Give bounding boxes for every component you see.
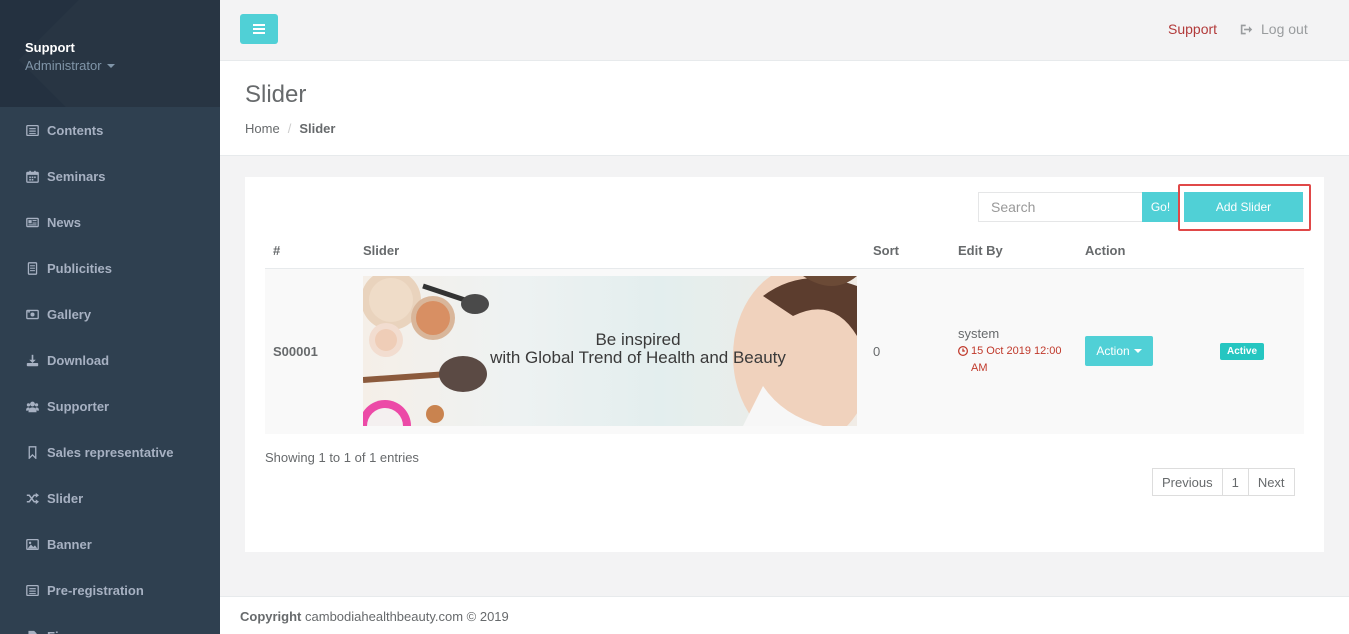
row-edit-date-wrap: 15 Oct 2019 12:00 AM xyxy=(958,343,1069,377)
hamburger-icon xyxy=(253,28,265,30)
book-icon xyxy=(25,261,39,275)
column-header-action[interactable]: Action xyxy=(1077,234,1212,269)
row-action-cell: Action xyxy=(1077,268,1212,434)
random-icon xyxy=(25,491,39,505)
image-icon xyxy=(25,307,39,321)
bookmark-icon xyxy=(25,445,39,459)
search-input[interactable] xyxy=(978,192,1143,222)
caret-down-icon xyxy=(1133,349,1142,354)
picture-icon xyxy=(25,537,39,551)
sidebar-item-seminars[interactable]: Seminars xyxy=(0,153,220,199)
slider-image[interactable]: Be inspired with Global Trend of Health … xyxy=(363,276,857,427)
table-info: Showing 1 to 1 of 1 entries xyxy=(265,450,419,465)
download-icon xyxy=(25,353,39,367)
newspaper-icon xyxy=(25,215,39,229)
pagination-previous[interactable]: Previous xyxy=(1152,468,1223,496)
sidebar-item-gallery[interactable]: Gallery xyxy=(0,291,220,337)
column-header-edit-by[interactable]: Edit By xyxy=(950,234,1077,269)
sidebar-item-files[interactable]: Fi xyxy=(0,613,220,634)
add-slider-button[interactable]: Add Slider xyxy=(1184,192,1303,222)
column-header-id[interactable]: # xyxy=(265,234,355,269)
status-badge: Active xyxy=(1220,343,1265,361)
sidebar-item-label: Banner xyxy=(47,536,92,552)
footer-copyright-text: cambodiahealthbeauty.com © 2019 xyxy=(305,609,509,624)
breadcrumb: Home / Slider xyxy=(245,121,1324,136)
row-status-cell: Active xyxy=(1212,268,1304,434)
breadcrumb-home[interactable]: Home xyxy=(245,121,280,136)
page-heading: Slider Home / Slider xyxy=(220,61,1349,156)
sidebar-item-supporter[interactable]: Supporter xyxy=(0,383,220,429)
sidebar: Support Administrator Contents Seminars … xyxy=(0,0,220,634)
logout-link[interactable]: Log out xyxy=(1240,21,1308,37)
sidebar-item-contents[interactable]: Contents xyxy=(0,107,220,153)
profile-name: Support xyxy=(25,40,75,55)
profile-block: Support Administrator xyxy=(0,0,220,107)
row-edit-by-cell: system 15 Oct 2019 12:00 AM xyxy=(950,268,1077,434)
sidebar-item-label: Supporter xyxy=(47,398,110,414)
pagination-page-1[interactable]: 1 xyxy=(1221,468,1249,496)
sidebar-item-label: Download xyxy=(47,352,110,368)
sidebar-item-label: Sales representative xyxy=(47,444,174,460)
action-dropdown-button[interactable]: Action xyxy=(1085,336,1153,367)
sidebar-item-label: Fi xyxy=(47,629,59,634)
table-header-row: # Slider Sort Edit By Action xyxy=(265,234,1304,269)
sidebar-nav: Contents Seminars News Publicities Galle… xyxy=(0,107,220,634)
sidebar-item-label: Seminars xyxy=(47,168,106,184)
menu-toggle-button[interactable] xyxy=(240,14,278,44)
sidebar-item-sales-representative[interactable]: Sales representative xyxy=(0,429,220,475)
sidebar-item-slider[interactable]: Slider xyxy=(0,475,220,521)
row-edit-date: 15 Oct 2019 12:00 AM xyxy=(971,344,1062,374)
go-button[interactable]: Go! xyxy=(1142,192,1179,222)
sidebar-item-label: Contents xyxy=(47,122,104,138)
slider-caption: Be inspired with Global Trend of Health … xyxy=(483,331,793,367)
users-icon xyxy=(25,399,39,413)
column-header-slider[interactable]: Slider xyxy=(355,234,865,269)
caret-down-icon xyxy=(106,63,115,68)
slider-panel: Go! Add Slider # Slider Sort Edit By Act… xyxy=(245,177,1324,552)
sidebar-item-label: Gallery xyxy=(47,306,92,322)
calendar-icon xyxy=(25,169,39,183)
column-header-status xyxy=(1212,234,1304,269)
breadcrumb-separator: / xyxy=(287,121,292,136)
file-icon xyxy=(25,629,39,634)
breadcrumb-current: Slider xyxy=(299,121,336,136)
clock-icon xyxy=(958,345,968,356)
column-header-sort[interactable]: Sort xyxy=(865,234,950,269)
sidebar-item-publicities[interactable]: Publicities xyxy=(0,245,220,291)
page-title: Slider xyxy=(245,81,307,108)
logout-label: Log out xyxy=(1261,21,1308,37)
profile-role-dropdown[interactable]: Administrator xyxy=(25,58,115,73)
row-id: S00001 xyxy=(265,268,355,434)
slider-caption-line2: with Global Trend of Health and Beauty xyxy=(490,348,786,368)
top-navbar: Support Log out xyxy=(220,0,1349,61)
sidebar-item-pre-registration[interactable]: Pre-registration xyxy=(0,567,220,613)
slider-table: # Slider Sort Edit By Action S00001 Be i… xyxy=(265,234,1304,434)
profile-role-label: Administrator xyxy=(25,58,102,73)
pagination: Previous 1 Next xyxy=(1152,468,1295,496)
sidebar-item-download[interactable]: Download xyxy=(0,337,220,383)
list-icon xyxy=(25,583,39,597)
sidebar-item-label: Publicities xyxy=(47,260,113,276)
sign-out-icon xyxy=(1240,24,1253,34)
list-alt-icon xyxy=(25,123,39,137)
sidebar-item-label: News xyxy=(47,214,81,230)
slider-caption-line1: Be inspired xyxy=(595,330,681,350)
sidebar-item-news[interactable]: News xyxy=(0,199,220,245)
support-link[interactable]: Support xyxy=(1168,21,1217,37)
footer-copyright-label: Copyright xyxy=(240,609,302,624)
table-row: S00001 Be inspired with Global Trend of … xyxy=(265,268,1304,434)
sidebar-item-label: Pre-registration xyxy=(47,582,144,598)
pagination-next[interactable]: Next xyxy=(1247,468,1295,496)
row-edit-by: system xyxy=(958,325,1000,341)
row-sort: 0 xyxy=(865,268,950,434)
row-slider-cell: Be inspired with Global Trend of Health … xyxy=(355,268,865,434)
footer: Copyright cambodiahealthbeauty.com © 201… xyxy=(220,596,1349,634)
sidebar-item-label: Slider xyxy=(47,490,84,506)
sidebar-item-banner[interactable]: Banner xyxy=(0,521,220,567)
action-label: Action xyxy=(1096,344,1130,359)
